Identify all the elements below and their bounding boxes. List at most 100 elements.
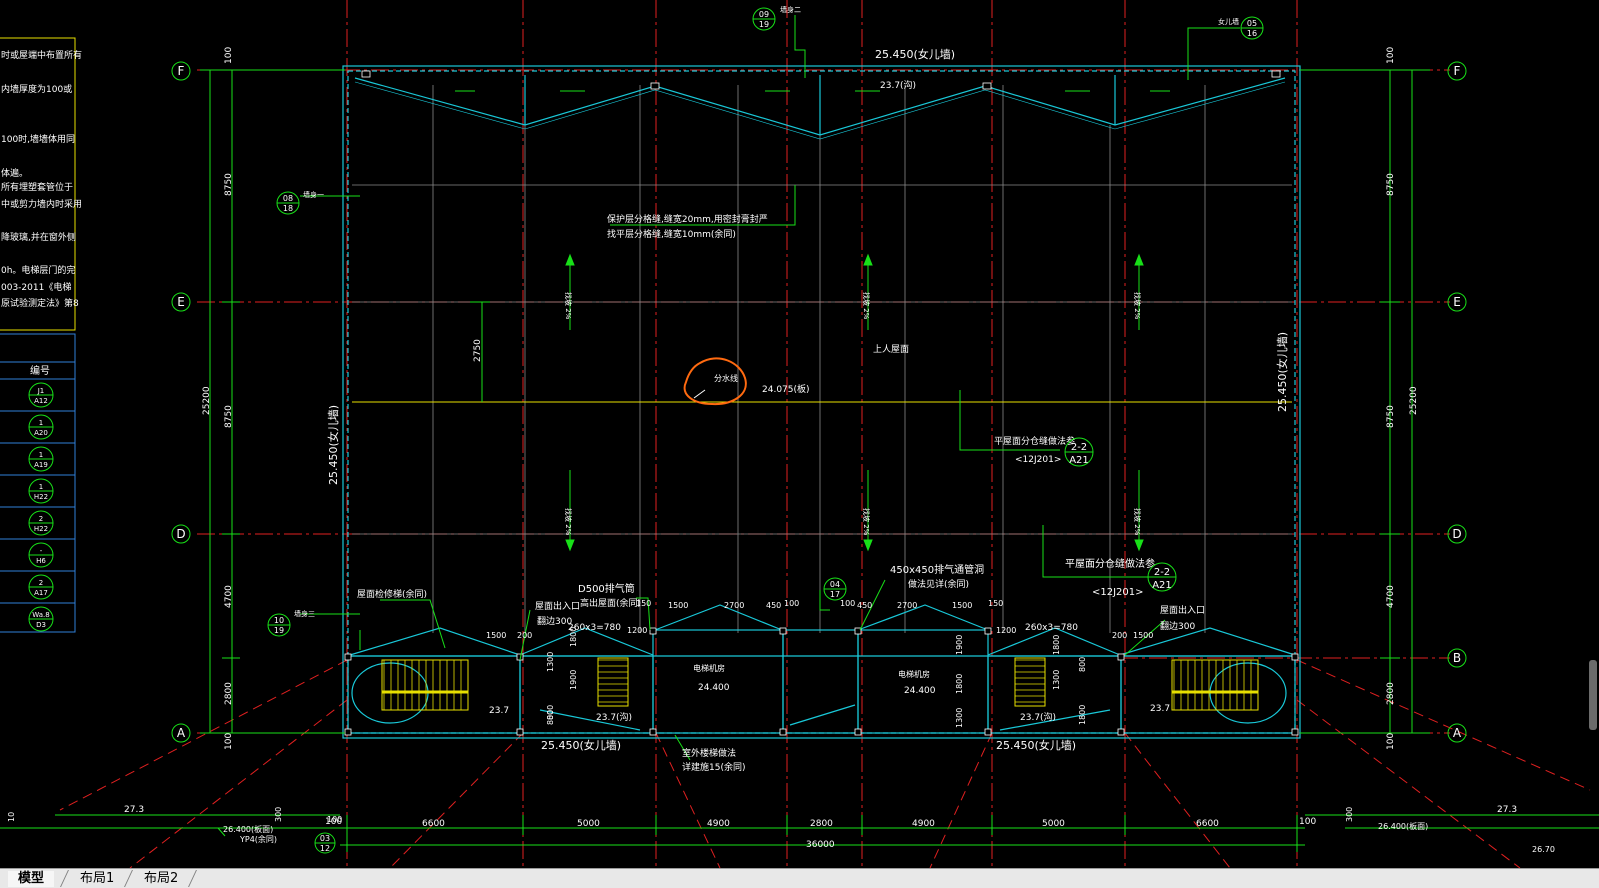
note-line: 内墙厚度为100或 xyxy=(1,83,72,95)
dim-bottom-seg: 4900 xyxy=(707,819,730,829)
stair-dim: 1800 xyxy=(1078,705,1087,725)
joint-ref-2-std: <12J201> xyxy=(1092,587,1144,598)
detail-symbol-top: 05 xyxy=(1247,19,1257,28)
table-symbol-bottom: H22 xyxy=(34,525,48,533)
joint-symbol-bottom: A21 xyxy=(1152,580,1172,591)
dim-bottom-seg: 100 xyxy=(1299,817,1316,827)
dim-right-seg: 100 xyxy=(1386,733,1396,750)
dim-bottom-seg: 6600 xyxy=(1196,819,1219,829)
tab-layout2[interactable]: 布局2 xyxy=(134,871,188,887)
stair-dim: 1900 xyxy=(955,635,964,655)
stair-dim: 100 xyxy=(784,599,799,608)
bottom-left-fragment xyxy=(0,814,340,837)
vertical-scrollbar[interactable] xyxy=(1589,660,1597,730)
dim-left-seg: 4700 xyxy=(224,585,234,608)
stair-dim: 1500 xyxy=(1133,631,1153,640)
table-symbol-bottom: H6 xyxy=(36,557,46,565)
table-symbol-top: 1 xyxy=(39,483,43,491)
note-line: 中或剪力墙内时采用 xyxy=(1,198,82,210)
parapet-bottom-right: 25.450(女儿墙) xyxy=(996,738,1076,752)
detail-symbol-bottom: 18 xyxy=(283,204,293,213)
cad-drawing-canvas[interactable]: 时或屋端中布置所有 内墙厚度为100或 100时,墙墙体用同 体遍。 所有埋塑套… xyxy=(0,0,1599,868)
table-symbol-bottom: A19 xyxy=(34,461,48,469)
tab-separator xyxy=(124,870,133,887)
note-line: 003-2011《电梯 xyxy=(1,281,71,293)
br-300: 300 xyxy=(1345,807,1354,822)
tab-model[interactable]: 模型 xyxy=(8,871,55,887)
note-line: 体遍。 xyxy=(1,167,28,179)
roof-exit-left: 屋面出入口 xyxy=(535,600,580,612)
dim-left-seg: 100 xyxy=(224,47,234,64)
br-level: 27.3 xyxy=(1497,805,1517,815)
axis-label: A xyxy=(177,726,186,740)
level-237: 23.7(沟) xyxy=(1020,711,1056,723)
note-line: 所有埋塑套管位于 xyxy=(1,181,73,193)
wall-tag: 女儿墙 xyxy=(1218,17,1239,26)
dim-bottom-seg: 5000 xyxy=(577,819,600,829)
table-symbol-top: J1 xyxy=(37,387,45,395)
bl-level: 27.3 xyxy=(124,805,144,815)
detail-symbols: 0919 05160818101904172-2A212-2A210312 xyxy=(267,7,1264,854)
br-board: 26.400(板面) xyxy=(1378,821,1428,831)
dim-right-seg: 100 xyxy=(1386,47,1396,64)
stair-dim: 150 xyxy=(988,599,1003,608)
partition-grid xyxy=(352,85,1292,633)
table-symbol-bottom: D3 xyxy=(36,621,46,629)
notes-panel: 时或屋端中布置所有 内墙厚度为100或 100时,墙墙体用同 体遍。 所有埋塑套… xyxy=(0,37,82,331)
roof-access-label: 上人屋面 xyxy=(873,344,909,355)
table-symbol-top: 1 xyxy=(39,451,43,459)
exhaust-d500: D500排气筒 xyxy=(578,582,635,595)
joint-ref-1: 平屋面分仓缝做法参 xyxy=(994,435,1075,447)
dim-left-overall: 25200 xyxy=(202,386,212,415)
annotations: 25.450(女儿墙) 23.7(沟) 25.450(女儿墙) 25.450(女… xyxy=(294,5,1289,773)
note-line: 原试验测定法》第8 xyxy=(1,297,79,309)
dim-right-seg: 8750 xyxy=(1386,173,1396,196)
dim-right-seg: 4700 xyxy=(1386,585,1396,608)
joint-symbol-bottom: A21 xyxy=(1069,455,1089,466)
dim-left-seg: 2800 xyxy=(224,682,234,705)
table-symbol-bottom: A20 xyxy=(34,429,48,437)
detail-symbol-bottom: 19 xyxy=(759,20,769,29)
joint-ref-2: 平屋面分仓缝做法参 xyxy=(1065,557,1155,570)
note-line: 降玻璃,并在窗外侧 xyxy=(1,231,76,243)
corner-texts: 27.3 26.400(板面) YP4(余同) 300 100 10 27.3 … xyxy=(7,805,1555,854)
stair-dim: 450 xyxy=(766,601,781,610)
tab-layout1[interactable]: 布局1 xyxy=(70,871,124,887)
parapet-right-label: 25.450(女儿墙) xyxy=(1275,332,1289,412)
elev-room-2: 电梯机房 xyxy=(898,669,930,679)
axis-label: F xyxy=(1454,64,1461,78)
slope-texts: 找坡 2% 找坡 2% 找坡 2% 找坡 2% 找坡 2% 找坡 2% xyxy=(564,292,1142,536)
table-symbol-top: 2 xyxy=(39,579,43,587)
tab-separator xyxy=(188,870,197,887)
slope-label: 找坡 2% xyxy=(564,508,573,536)
stair-dim: 800 xyxy=(1078,657,1087,672)
split-arrow xyxy=(693,389,706,399)
detail-symbol-top: 09 xyxy=(759,10,769,19)
stair-dim: 800 xyxy=(546,705,555,720)
slope-label: 找坡 2% xyxy=(862,292,871,320)
dim-bottom-overall: 36000 xyxy=(806,840,835,850)
parapet-top-label: 25.450(女儿墙) xyxy=(875,47,955,61)
roof-exit-right: 屋面出入口 xyxy=(1160,604,1205,616)
parapet-bottom-left: 25.450(女儿墙) xyxy=(541,738,621,752)
axis-label: B xyxy=(1453,651,1461,665)
stair-dim: 1300 xyxy=(1052,670,1061,690)
step-left: 260x3=780 xyxy=(568,623,621,633)
dim-right-seg: 2800 xyxy=(1386,682,1396,705)
guide-lines xyxy=(59,659,1591,868)
bl-300: 300 xyxy=(274,807,283,822)
br-level-2: 26.70 xyxy=(1532,845,1555,854)
elev-room-1-lvl: 24.400 xyxy=(698,683,730,693)
bl-yp: YP4(余同) xyxy=(239,834,277,844)
table-header: 编号 xyxy=(30,364,50,377)
roof-exit-right-2: 翻边300 xyxy=(1160,621,1195,632)
exhaust-450-2: 做法见详(余同) xyxy=(908,578,969,590)
exhaust-d500-2: 高出屋面(余同) xyxy=(580,597,641,609)
stair-dim: 2700 xyxy=(724,601,744,610)
wall-tag: 墙身三 xyxy=(294,609,315,618)
dim-left-seg: 8750 xyxy=(224,173,234,196)
exhaust-450: 450x450排气通管洞 xyxy=(890,563,984,576)
dim-right-overall: 25200 xyxy=(1409,386,1419,415)
level-mid-label: 24.075(板) xyxy=(762,383,810,395)
wall-tag: 墙身一 xyxy=(303,190,324,199)
